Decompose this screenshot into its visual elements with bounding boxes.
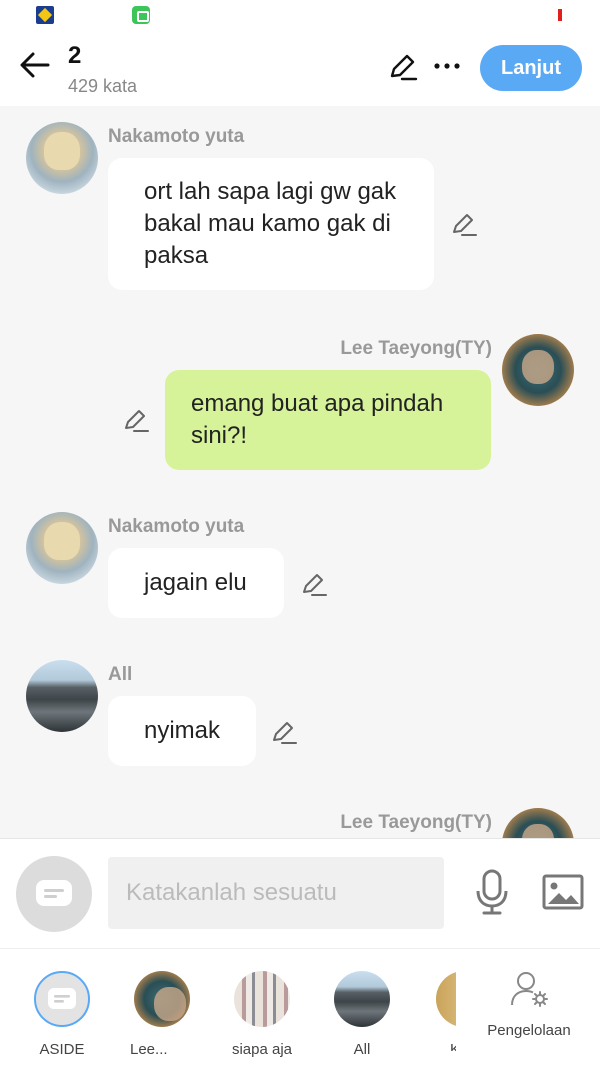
avatar[interactable]	[26, 122, 98, 194]
sender-name: All	[108, 664, 133, 685]
message-text: jagain elu	[144, 569, 247, 596]
user-settings-icon	[511, 972, 548, 1007]
avatar[interactable]	[26, 660, 98, 732]
avatar	[436, 971, 456, 1027]
avatar[interactable]	[502, 334, 574, 406]
tab-character[interactable]: siapa aja	[222, 971, 302, 1058]
tab-label: ASIDE	[39, 1041, 85, 1058]
chat-area: Nakamoto yuta ort lah sapa lagi gw gak b…	[0, 106, 600, 838]
edit-message-icon[interactable]	[450, 210, 478, 238]
message-bubble[interactable]: ort lah sapa lagi gw gak bakal mau kamo …	[108, 158, 434, 290]
tab-label: siapa aja	[231, 1041, 293, 1058]
app-notification-icon	[36, 6, 54, 24]
back-arrow-icon[interactable]	[18, 48, 52, 82]
image-icon[interactable]	[542, 873, 584, 911]
sender-name: Lee Taeyong(TY)	[340, 812, 492, 833]
chat-bubble-icon	[48, 988, 76, 1009]
sender-name: Nakamoto yuta	[108, 516, 245, 537]
avatar[interactable]	[26, 512, 98, 584]
edit-pen-icon[interactable]	[388, 52, 418, 82]
edit-message-icon[interactable]	[270, 718, 298, 746]
manage-button[interactable]: Pengelolaan	[470, 969, 588, 1039]
tab-label: All	[353, 1041, 371, 1058]
tab-label: K	[450, 1041, 456, 1051]
message-bubble[interactable]: emang buat apa pindah sini?!	[165, 370, 491, 470]
battery-icon	[558, 9, 562, 21]
message-bubble[interactable]: nyimak	[108, 696, 256, 766]
aside-tab-avatar	[34, 971, 90, 1027]
tab-aside[interactable]: ASIDE	[22, 971, 102, 1058]
tab-character[interactable]: All	[322, 971, 402, 1058]
edit-message-icon[interactable]	[122, 406, 150, 434]
tab-label: Lee...	[130, 1041, 168, 1058]
composer-bar	[0, 838, 600, 948]
avatar	[234, 971, 290, 1027]
avatar[interactable]	[502, 808, 574, 838]
sender-name: Nakamoto yuta	[108, 126, 245, 147]
message-text: emang buat apa pindah sini?!	[191, 390, 444, 449]
character-tab-bar: ASIDE Lee... siapa aja All K Pengelolaan	[0, 948, 600, 1067]
status-bar	[0, 0, 600, 32]
next-button[interactable]: Lanjut	[480, 45, 582, 91]
avatar	[134, 971, 190, 1027]
chat-bubble-icon	[36, 880, 72, 906]
message-input[interactable]	[108, 857, 444, 929]
edit-message-icon[interactable]	[300, 570, 328, 598]
microphone-icon[interactable]	[474, 869, 510, 915]
top-bar: 2 429 kata Lanjut	[0, 32, 600, 106]
app-notification-icon-2	[132, 6, 150, 24]
more-options-icon[interactable]	[432, 54, 462, 78]
tab-character[interactable]: K	[430, 971, 456, 1051]
sender-name: Lee Taeyong(TY)	[340, 338, 492, 359]
story-title: 2	[68, 42, 82, 69]
aside-toggle-button[interactable]	[16, 856, 92, 932]
tab-character[interactable]: Lee...	[122, 971, 202, 1058]
message-text: ort lah sapa lagi gw gak bakal mau kamo …	[144, 178, 397, 269]
message-text: nyimak	[144, 717, 221, 744]
message-bubble[interactable]: jagain elu	[108, 548, 284, 618]
avatar	[334, 971, 390, 1027]
manage-label: Pengelolaan	[487, 1022, 571, 1039]
word-count: 429 kata	[68, 76, 138, 96]
